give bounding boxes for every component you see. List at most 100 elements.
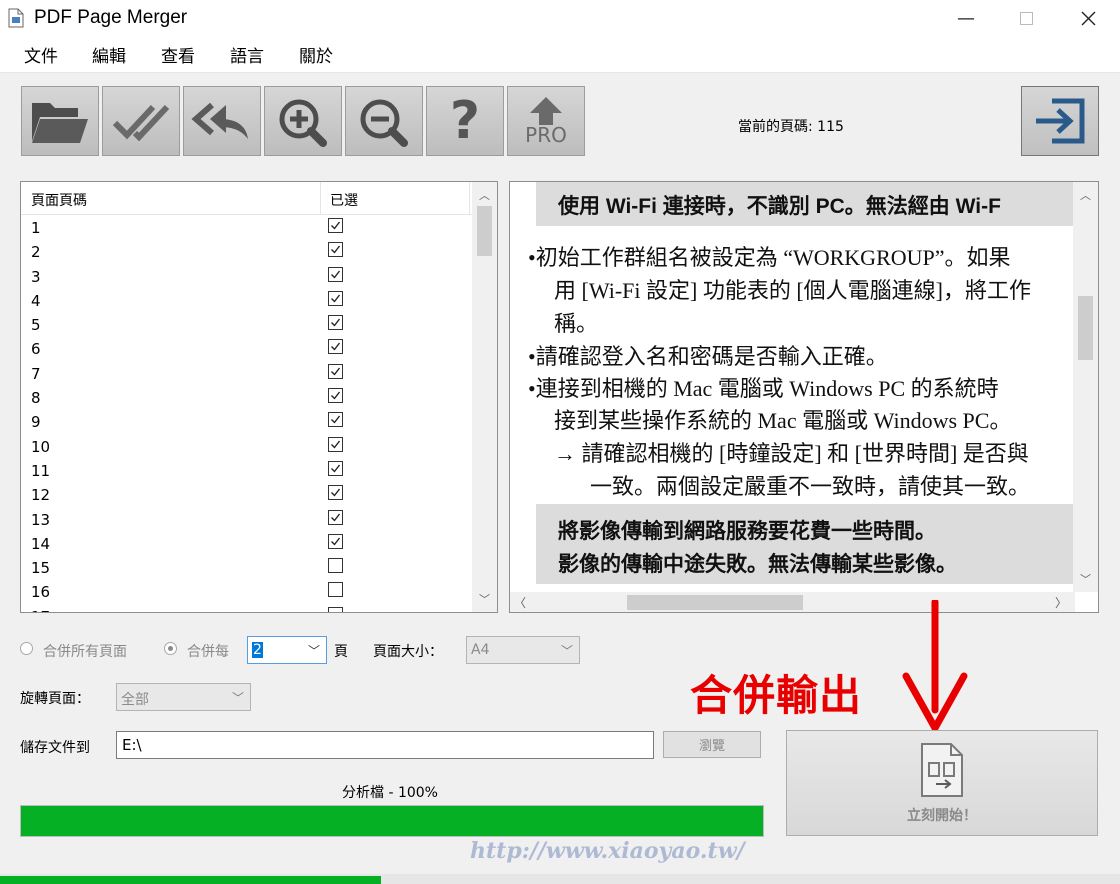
preview-vertical-scrollbar[interactable]: ︿ ﹀ — [1073, 182, 1098, 592]
page-number: 10 — [31, 437, 51, 456]
page-selected-checkbox[interactable] — [328, 290, 343, 306]
save-to-label: 儲存文件到 — [20, 740, 90, 756]
preview-line: 稱。 — [554, 311, 599, 336]
page-number: 11 — [31, 461, 51, 480]
menu-view[interactable]: 查看 — [161, 42, 195, 67]
reply-all-icon — [191, 102, 248, 139]
page-number: 8 — [31, 389, 41, 408]
merge-document-icon — [921, 743, 963, 797]
zoom-in-icon — [279, 99, 327, 147]
page-number: 6 — [31, 340, 41, 359]
table-row[interactable]: 9 — [21, 410, 473, 434]
maximize-button[interactable] — [998, 0, 1054, 36]
table-row[interactable]: 10 — [21, 435, 473, 459]
undo-button[interactable] — [183, 86, 261, 156]
preview-line: → 請確認相機的 [時鐘設定] 和 [世界時間] 是否與 — [554, 441, 1029, 466]
table-row[interactable]: 2 — [21, 240, 473, 264]
close-button[interactable] — [1060, 0, 1116, 36]
page-number: 13 — [31, 510, 51, 529]
table-row[interactable]: 1 — [21, 216, 473, 240]
merge-every-radio[interactable] — [164, 642, 177, 655]
preview-heading: 將影像傳輸到網路服務要花費一些時間。 — [558, 520, 936, 543]
page-selected-checkbox[interactable] — [328, 558, 343, 574]
page-size-combo[interactable]: A4 ﹀ — [466, 636, 580, 664]
watermark-text: http://www.xiaoyao.tw/ — [470, 838, 745, 864]
column-header-selected[interactable]: 已選 — [330, 190, 358, 210]
scroll-left-arrow[interactable]: 〈 — [514, 594, 526, 611]
annotation-arrow-icon — [902, 600, 968, 732]
preview-horizontal-scrollbar[interactable]: 〈 〉 — [510, 592, 1075, 612]
preview-line: •請確認登入名和密碼是否輸入正確。 — [528, 344, 888, 369]
page-selected-checkbox[interactable] — [328, 412, 343, 428]
page-selected-checkbox[interactable] — [328, 388, 343, 404]
page-selected-checkbox[interactable] — [328, 242, 343, 258]
table-row[interactable]: 4 — [21, 289, 473, 313]
table-row[interactable]: 15 — [21, 556, 473, 580]
close-icon — [1081, 11, 1095, 25]
page-selected-checkbox[interactable] — [328, 582, 343, 598]
menu-edit[interactable]: 編輯 — [92, 42, 126, 67]
menu-about[interactable]: 關於 — [299, 42, 333, 67]
zoom-out-button[interactable] — [345, 86, 423, 156]
merge-all-radio[interactable] — [20, 642, 33, 655]
zoom-in-button[interactable] — [264, 86, 342, 156]
table-row[interactable]: 16 — [21, 580, 473, 604]
preview-line: 一致。兩個設定嚴重不一致時，請使其一致。 — [590, 474, 1031, 499]
table-row[interactable]: 11 — [21, 459, 473, 483]
page-selected-checkbox[interactable] — [328, 266, 343, 282]
table-row[interactable]: 7 — [21, 362, 473, 386]
rotate-combo[interactable]: 全部 ﹀ — [116, 683, 251, 711]
exit-button[interactable] — [1021, 86, 1099, 156]
bottom-progress-bar — [0, 874, 1120, 884]
table-row[interactable]: 14 — [21, 532, 473, 556]
table-row[interactable]: 3 — [21, 265, 473, 289]
scroll-thumb[interactable] — [627, 595, 803, 610]
page-selected-checkbox[interactable] — [328, 436, 343, 452]
table-row[interactable]: 8 — [21, 386, 473, 410]
table-row[interactable]: 13 — [21, 508, 473, 532]
table-row[interactable]: 6 — [21, 337, 473, 361]
scroll-right-arrow[interactable]: 〉 — [1055, 594, 1067, 611]
table-row[interactable]: 5 — [21, 313, 473, 337]
page-selected-checkbox[interactable] — [328, 533, 343, 549]
chevron-down-icon: ﹀ — [231, 691, 244, 705]
help-button[interactable]: ? — [426, 86, 504, 156]
merge-every-value: 2 — [252, 642, 263, 658]
page-list-header: 頁面頁碼 已選 — [21, 182, 473, 215]
scroll-up-arrow[interactable]: ︿ — [472, 184, 497, 206]
open-file-button[interactable] — [21, 86, 99, 156]
page-selected-checkbox[interactable] — [328, 509, 343, 525]
page-selected-checkbox[interactable] — [328, 485, 343, 501]
page-selected-checkbox[interactable] — [328, 339, 343, 355]
scroll-thumb[interactable] — [1078, 296, 1093, 360]
page-number: 15 — [31, 559, 51, 578]
table-row[interactable]: 17 — [21, 605, 473, 612]
scroll-down-arrow[interactable]: ﹀ — [1073, 568, 1098, 590]
table-row[interactable]: 12 — [21, 483, 473, 507]
column-header-page[interactable]: 頁面頁碼 — [31, 190, 87, 210]
preview-line: •初始工作群組名被設定為 “WORKGROUP”。如果 — [528, 245, 1011, 270]
scroll-down-arrow[interactable]: ﹀ — [472, 588, 497, 610]
minimize-button[interactable]: — — [938, 0, 994, 36]
browse-button[interactable]: 瀏覽 — [663, 731, 761, 758]
page-selected-checkbox[interactable] — [328, 460, 343, 476]
page-selected-checkbox[interactable] — [328, 606, 343, 612]
scroll-thumb[interactable] — [477, 206, 492, 256]
save-path-input[interactable]: E:\ — [116, 731, 654, 759]
page-preview: 使用 Wi-Fi 連接時，不識別 PC。無法經由 Wi-F •初始工作群組名被設… — [509, 181, 1099, 613]
page-size-label: 頁面大小： — [373, 644, 443, 660]
menu-language[interactable]: 語言 — [230, 42, 264, 67]
page-list-scrollbar[interactable]: ︿ ﹀ — [472, 182, 497, 612]
merge-every-combo[interactable]: 2 ﹀ — [247, 636, 327, 664]
page-selected-checkbox[interactable] — [328, 218, 343, 233]
page-selected-checkbox[interactable] — [328, 363, 343, 379]
upgrade-pro-button[interactable]: PRO — [507, 86, 585, 156]
scroll-up-arrow[interactable]: ︿ — [1073, 184, 1098, 206]
bottom-progress-fill — [0, 876, 381, 884]
start-button[interactable]: 立刻開始！ — [786, 730, 1098, 836]
preview-line: •連接到相機的 Mac 電腦或 Windows PC 的系統時 — [528, 376, 999, 401]
menu-file[interactable]: 文件 — [24, 42, 58, 67]
select-all-button[interactable] — [102, 86, 180, 156]
page-selected-checkbox[interactable] — [328, 315, 343, 331]
maximize-icon — [1019, 11, 1033, 25]
